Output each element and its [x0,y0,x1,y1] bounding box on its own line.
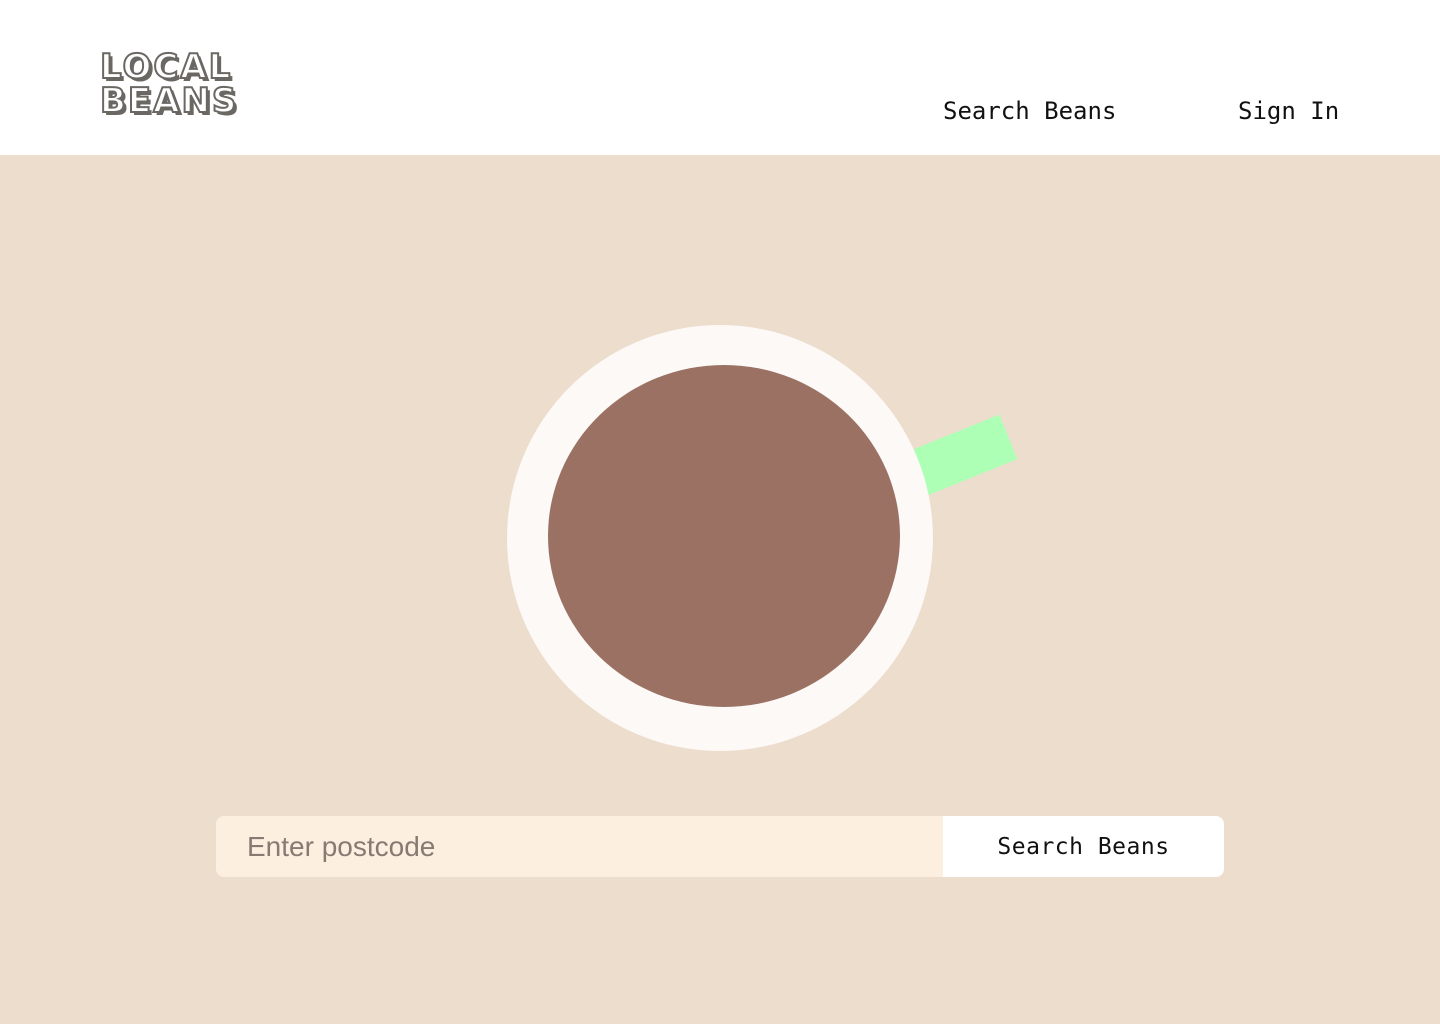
postcode-search-bar: Search Beans [216,816,1224,877]
coffee-cup-top-view-icon [507,325,1018,751]
local-beans-logo[interactable]: LOCAL LOCAL BEANS BEANS [98,47,298,119]
site-header: LOCAL LOCAL BEANS BEANS Search Beans Sig… [0,0,1440,155]
search-beans-button[interactable]: Search Beans [943,816,1224,877]
nav-sign-in-link[interactable]: Sign In [1238,96,1339,126]
coffee-surface [548,365,900,707]
nav-search-beans-link[interactable]: Search Beans [943,96,1116,126]
coffee-cup-illustration [500,320,1040,760]
logo-line2: BEANS [100,81,238,119]
postcode-input[interactable] [216,816,943,877]
